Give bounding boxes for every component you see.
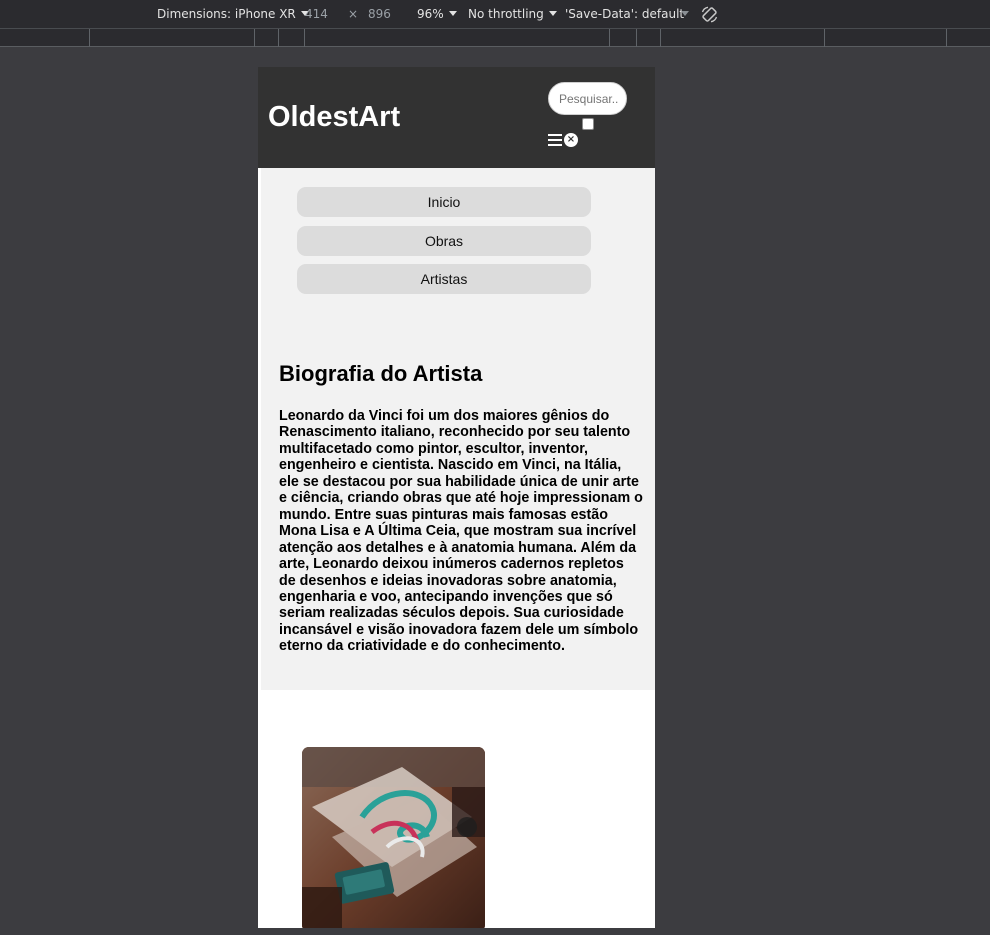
viewport-width-input[interactable]: 414 [305,7,328,22]
rotate-icon[interactable] [700,5,719,28]
menu-toggle-checkbox[interactable] [582,118,594,130]
artwork-image [302,747,485,928]
bio-title: Biografia do Artista [279,361,483,386]
nav-item-obras[interactable]: Obras [297,226,591,256]
ruler-tick [824,29,825,47]
search-input[interactable] [548,82,627,115]
site-logo[interactable]: OldestArt [268,100,400,134]
ruler-tick [278,29,279,47]
ruler-tick [304,29,305,47]
close-icon[interactable]: × [564,133,578,147]
device-dimensions-dropdown[interactable]: Dimensions: iPhone XR [157,7,309,22]
dimension-separator: × [348,7,359,21]
throttling-label: No throttling [468,7,544,21]
zoom-label: 96% [417,7,444,21]
device-dimensions-label: Dimensions: iPhone XR [157,7,296,21]
save-data-label: 'Save-Data': default [565,7,685,21]
chevron-down-icon [448,11,457,16]
ruler-tick [660,29,661,47]
hamburger-menu-icon[interactable] [548,134,562,146]
chevron-down-icon [548,11,557,16]
chevron-down-icon [681,11,689,16]
ruler-tick [636,29,637,47]
device-viewport: OldestArt × Inicio Obras Artistas Biogra… [258,67,655,928]
save-data-dropdown[interactable]: 'Save-Data': default [565,7,684,22]
devtools-device-toolbar: Dimensions: iPhone XR 414 × 896 96% No t… [0,0,990,29]
nav-item-artistas[interactable]: Artistas [297,264,591,294]
throttling-dropdown[interactable]: No throttling [468,7,557,22]
nav-item-inicio[interactable]: Inicio [297,187,591,217]
media-query-ruler[interactable] [0,29,990,47]
ruler-tick [946,29,947,47]
ruler-tick [609,29,610,47]
ruler-tick [254,29,255,47]
zoom-dropdown[interactable]: 96% [417,7,457,22]
main-content: Inicio Obras Artistas Biografia do Artis… [261,168,655,690]
viewport-height-input[interactable]: 896 [368,7,391,22]
ruler-tick [89,29,90,47]
save-data-chevron[interactable] [676,7,689,22]
site-header: OldestArt × [258,67,655,168]
bio-text: Leonardo da Vinci foi um dos maiores gên… [279,408,643,655]
